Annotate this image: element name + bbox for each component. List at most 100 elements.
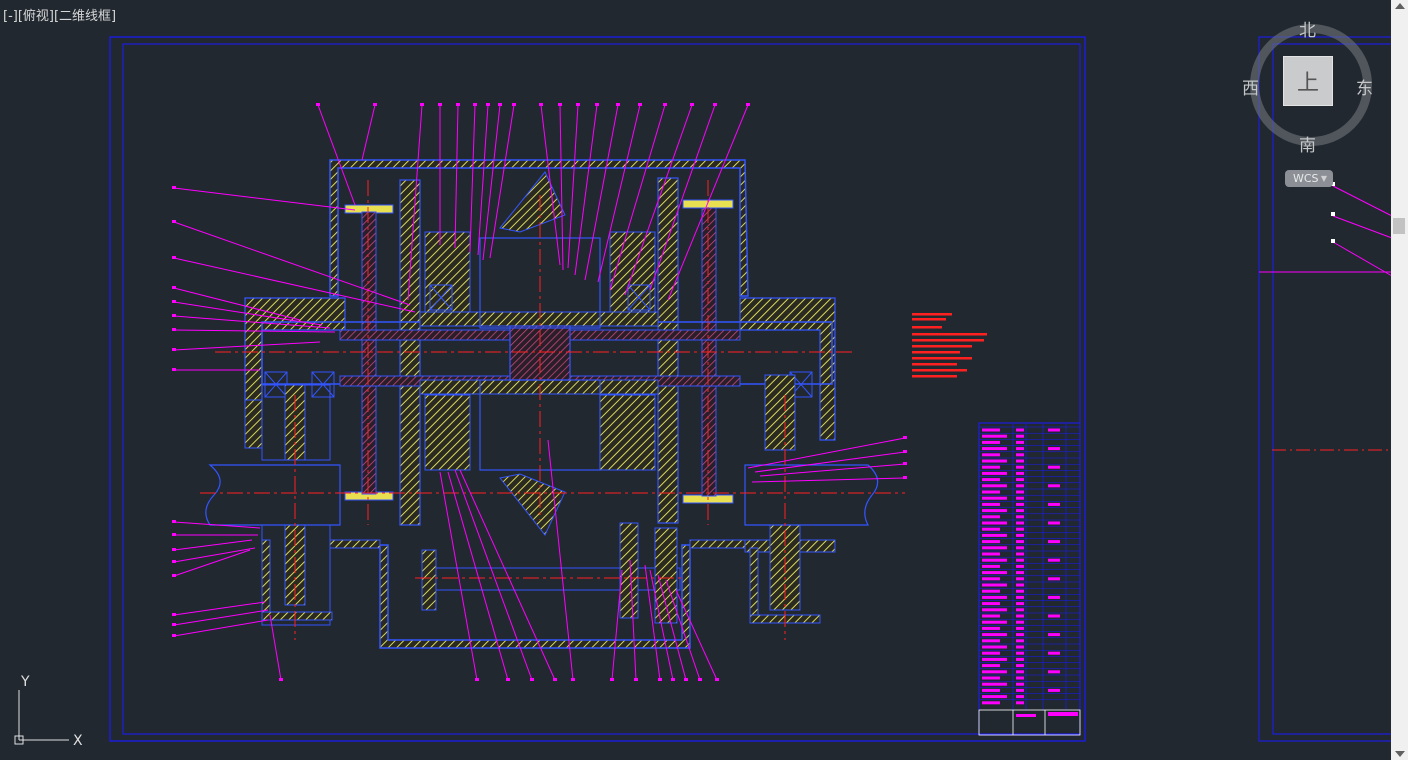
chevron-down-icon: ▼ (1320, 174, 1327, 183)
note-line (912, 339, 984, 342)
bom-cell (982, 664, 1000, 668)
bom-cell (1016, 626, 1024, 630)
note-line (912, 326, 942, 329)
balloon-mark (172, 314, 176, 317)
bom-cell (1016, 459, 1024, 463)
bom-cell (1016, 657, 1024, 661)
bom-cell (982, 533, 1007, 537)
bom-cell (1016, 583, 1024, 587)
bom-cell (1016, 645, 1024, 649)
bom-cell (982, 626, 1000, 630)
bom-cell (1016, 496, 1024, 500)
balloon-mark (746, 103, 750, 106)
viewcube-east[interactable]: 东 (1356, 74, 1373, 99)
balloon-mark (698, 678, 702, 681)
vertical-scrollbar[interactable] (1391, 0, 1408, 760)
bom-cell (982, 434, 1007, 438)
leader-line (759, 463, 906, 477)
balloon-mark (172, 574, 176, 577)
balloon-mark (512, 103, 516, 106)
bom-cell (982, 701, 1000, 705)
scroll-down-arrow-icon[interactable] (1395, 751, 1405, 757)
bom-cell (982, 490, 1000, 494)
bom-cell (1016, 527, 1024, 531)
viewport-controls-label[interactable]: [-][俯视][二维线框] (3, 5, 116, 24)
bom-cell (1016, 471, 1024, 475)
ucs-icon (14, 690, 69, 745)
bom-cell (982, 589, 1000, 593)
bom-cell (982, 633, 1007, 637)
bom-cell (1016, 670, 1024, 674)
bom-cell (1016, 540, 1024, 544)
drawing-canvas[interactable]: Y X (0, 0, 1408, 760)
balloon-mark (903, 462, 907, 465)
bom-cell (1048, 651, 1060, 655)
scroll-up-arrow-icon[interactable] (1395, 3, 1405, 9)
bom-cell (1048, 577, 1060, 581)
balloon-mark (172, 256, 176, 259)
balloon-mark (684, 678, 688, 681)
bom-cell (1016, 502, 1024, 506)
bom-cell (982, 546, 1007, 550)
balloon-mark (690, 103, 694, 106)
bom-cell (1048, 521, 1060, 525)
bom-cell (1016, 521, 1024, 525)
bom-cell (982, 521, 1007, 525)
bom-cell (1016, 546, 1024, 550)
bom-cell (1048, 502, 1060, 506)
title-block (978, 422, 1081, 736)
balloon-mark (571, 678, 575, 681)
wcs-menu-button[interactable]: WCS ▼ (1285, 170, 1333, 187)
leader-line (173, 539, 253, 551)
scroll-thumb[interactable] (1393, 218, 1405, 234)
bom-cell (982, 695, 1007, 699)
bom-cell (1016, 453, 1024, 457)
viewcube-west[interactable]: 西 (1242, 74, 1259, 99)
bom-cell (982, 527, 1000, 531)
viewcube-north[interactable]: 北 (1299, 16, 1316, 41)
bom-cell (1016, 478, 1024, 482)
bom-cell (982, 657, 1007, 661)
bom-cell (982, 428, 1000, 432)
bom-cell (1016, 701, 1024, 705)
leader-line (611, 569, 623, 681)
balloon-mark (671, 678, 675, 681)
bom-cell (982, 682, 1007, 686)
bom-cell (1016, 577, 1024, 581)
note-line (912, 333, 987, 336)
bom-cell (1016, 465, 1024, 469)
balloon-mark (715, 678, 719, 681)
viewcube-top-face[interactable]: 上 (1283, 56, 1333, 106)
bom-cell (982, 602, 1000, 606)
bom-cell (982, 471, 1007, 475)
bom-cell (982, 447, 1007, 451)
bom-cell (1016, 639, 1024, 643)
balloon-mark (558, 103, 562, 106)
bom-cell (982, 478, 1000, 482)
bom-cell (982, 595, 1007, 599)
bom-cell (1016, 490, 1024, 494)
balloon-mark (172, 286, 176, 289)
gearbox-section-view (205, 159, 879, 649)
viewcube[interactable]: 上 北 南 东 西 (1240, 14, 1380, 156)
note-line (912, 351, 960, 354)
bom-cell (982, 583, 1007, 587)
leader-line (482, 104, 501, 261)
bom-cell (982, 571, 1007, 575)
bom-cell (982, 608, 1007, 612)
balloon-mark (486, 103, 490, 106)
bom-cell (982, 577, 1000, 581)
bom-cell (1048, 558, 1060, 562)
viewcube-south[interactable]: 南 (1299, 131, 1316, 156)
balloon-mark (420, 103, 424, 106)
balloon-mark (438, 103, 442, 106)
bom-cell (982, 670, 1007, 674)
balloon-mark (903, 450, 907, 453)
bom-cell (1048, 688, 1060, 692)
balloon-mark (172, 520, 176, 523)
bom-cell (1016, 608, 1024, 612)
bom-cell (982, 453, 1000, 457)
balloon-mark (539, 103, 543, 106)
balloon-mark (634, 678, 638, 681)
bom-cell (1016, 571, 1024, 575)
